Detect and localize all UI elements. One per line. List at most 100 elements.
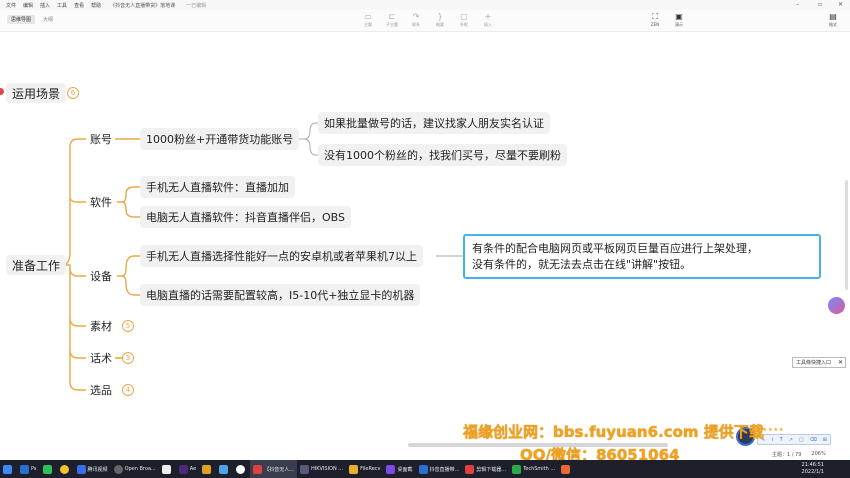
taskbar-app-chrome[interactable]: [57, 460, 74, 478]
view-tabs: 思维导图 大纲: [7, 15, 61, 24]
app-window: 文件 编辑 插入 工具 查看 帮助 《抖音无人直播带货》落地课 一已编辑 – ▫…: [0, 0, 850, 478]
watermark-line-1: 福缘创业网：bbs.fuyuan6.com 提供下载: [463, 423, 764, 441]
summary-icon: }: [437, 12, 443, 21]
start-button[interactable]: [0, 460, 17, 478]
fullscreen-icon: ⛶: [652, 12, 658, 21]
assistant-float-button[interactable]: [828, 297, 845, 314]
app-icon: [219, 464, 229, 474]
leaf-device-mobile[interactable]: 手机无人直播选择性能好一点的安卓机或者苹果机7以上: [140, 245, 423, 267]
taskbar-app-mindmap[interactable]: 【抖音无人...: [250, 460, 297, 478]
topic-tool[interactable]: ▭ 主题: [356, 12, 380, 28]
close-icon[interactable]: ✕: [838, 1, 843, 8]
collapsed-count-badge[interactable]: 5: [122, 320, 134, 332]
leaf-software-mobile[interactable]: 手机无人直播软件：直播加加: [140, 176, 295, 198]
relation-icon: ↷: [412, 12, 420, 21]
save-status: 一已编辑: [186, 2, 207, 9]
menu-edit[interactable]: 编辑: [23, 2, 33, 9]
floating-mini-toolbar[interactable]: ✎ ⌇ T ↗ ▢ ⌫ ⊞: [757, 434, 831, 445]
tab-mindmap[interactable]: 思维导图: [7, 15, 36, 24]
close-icon[interactable]: ✕: [838, 359, 843, 366]
subtopic-account[interactable]: 账号: [85, 130, 117, 148]
windows-icon: [3, 464, 12, 474]
callout-line-2: 没有条件的，就无法去点击在线"讲解"按钮。: [472, 258, 692, 271]
taskbar-app-ae[interactable]: Ae: [176, 460, 199, 478]
camtasia-icon: [512, 464, 522, 474]
taskbar-app-capcut[interactable]: [159, 460, 176, 478]
menu-insert[interactable]: 插入: [40, 2, 50, 9]
subtopic-software[interactable]: 软件: [85, 193, 117, 211]
format-icon: ▤: [829, 12, 837, 21]
taskbar-app-hikvision[interactable]: HIKVISION ...: [297, 460, 346, 478]
menu-help[interactable]: 帮助: [91, 2, 101, 9]
grid-icon[interactable]: ⊞: [823, 437, 827, 443]
boundary-icon: ▢: [460, 12, 468, 21]
brush-icon[interactable]: ⌇: [771, 437, 773, 443]
leaf-account-requirement[interactable]: 1000粉丝+开通带货功能账号: [140, 128, 300, 150]
taskbar-app-douyin[interactable]: 抖音直播带...: [416, 460, 463, 478]
taskbar-app-techsmith[interactable]: TechSmith ...: [509, 460, 558, 478]
capcut-icon: [161, 464, 171, 474]
leaf-account-tip-buy[interactable]: 没有1000个粉丝的，找我们买号，尽量不要刷粉: [318, 144, 567, 166]
shape-icon[interactable]: ▢: [799, 437, 804, 443]
system-clock[interactable]: 21:46:51 2022/1/1: [802, 462, 824, 476]
zoom-level[interactable]: 206%: [811, 451, 825, 458]
text-icon[interactable]: T: [780, 437, 783, 443]
topic-scenario[interactable]: 运用场景: [6, 83, 67, 103]
taskbar-app-obs[interactable]: Open Broa...: [111, 460, 159, 478]
menu-file[interactable]: 文件: [6, 2, 16, 9]
hikvision-icon: [299, 464, 309, 474]
taskbar-app-video[interactable]: 腾讯视频: [74, 460, 111, 478]
collapsed-count-badge[interactable]: 3: [122, 352, 134, 364]
tab-outline[interactable]: 大纲: [39, 15, 57, 24]
taskbar-app-desktop[interactable]: 桌面截: [383, 460, 415, 478]
subtopic-device[interactable]: 设备: [85, 267, 117, 285]
collapsed-count-badge[interactable]: 6: [67, 87, 79, 99]
callout-line-1: 有条件的配合电脑网页或平板网页巨量百应进行上架处理，: [472, 242, 758, 255]
relation-tool[interactable]: ↷ 联系: [404, 12, 428, 28]
topic-icon: ▭: [364, 12, 372, 21]
app-icon: [561, 464, 571, 474]
summary-tool[interactable]: } 概要: [428, 12, 452, 28]
maximize-icon[interactable]: ▫: [818, 1, 822, 8]
subtopic-material[interactable]: 素材: [85, 317, 117, 335]
video-icon: [76, 464, 86, 474]
taskbar-app-downloader[interactable]: 剪辑下载器...: [462, 460, 509, 478]
taskbar-app-misc1[interactable]: [199, 460, 216, 478]
mindmap-canvas[interactable]: 运用场景 6 准备工作 账号 软件 设备 素材 5 话术 3 选品 4 1000…: [0, 32, 850, 460]
leaf-device-pc[interactable]: 电脑直播的话需要配置较高，I5-10代+独立显卡的机器: [140, 284, 421, 306]
taskbar: Ps 腾讯视频 Open Broa... Ae 【抖音无人... HIKVISI…: [0, 460, 850, 478]
taskbar-app-wechat[interactable]: [40, 460, 57, 478]
note-callout[interactable]: 有条件的配合电脑网页或平板网页巨量百应进行上架处理， 没有条件的，就无法去点击在…: [463, 234, 821, 279]
subtopic-products[interactable]: 选品: [85, 381, 117, 399]
quick-entry-box[interactable]: 工具條快捷入口 ✕: [792, 357, 846, 368]
taskbar-app-filerecv[interactable]: FileRecv: [346, 460, 383, 478]
subtopic-script[interactable]: 话术: [85, 349, 117, 367]
mindmap-app-icon: [253, 464, 263, 474]
insert-tool[interactable]: + 插入: [476, 12, 500, 28]
taskbar-app-misc3[interactable]: [233, 460, 250, 478]
present-tool[interactable]: ▣ 演示: [667, 12, 691, 28]
menu-view[interactable]: 查看: [74, 2, 84, 9]
chrome-icon: [59, 464, 69, 474]
boundary-tool[interactable]: ▢ 外框: [452, 12, 476, 28]
menu-tools[interactable]: 工具: [57, 2, 67, 9]
obs-icon: [113, 464, 123, 474]
leaf-account-tip-batch[interactable]: 如果批量做号的话，建议找家人朋友实名认证: [318, 112, 550, 134]
collapsed-count-badge[interactable]: 4: [122, 384, 134, 396]
zen-tool[interactable]: ⛶ ZEN: [643, 12, 667, 27]
format-tool[interactable]: ▤ 格式: [821, 12, 845, 28]
clock-date: 2022/1/1: [801, 469, 824, 475]
taskbar-app-misc4[interactable]: [558, 460, 575, 478]
vertical-scrollbar[interactable]: [845, 180, 848, 290]
subtopic-icon: ⊏: [388, 12, 396, 21]
topic-preparation[interactable]: 准备工作: [6, 255, 67, 275]
status-bar: 主题：1 / 79 206%: [772, 451, 836, 458]
minimize-icon[interactable]: –: [796, 1, 799, 8]
taskbar-app-misc2[interactable]: [216, 460, 233, 478]
browser-icon: [418, 464, 428, 474]
leaf-software-pc[interactable]: 电脑无人直播软件：抖音直播伴侣，OBS: [140, 206, 351, 228]
arrow-icon[interactable]: ↗: [789, 437, 793, 443]
taskbar-app-photoshop[interactable]: Ps: [17, 460, 40, 478]
eraser-icon[interactable]: ⌫: [810, 437, 817, 443]
subtopic-tool[interactable]: ⊏ 子主题: [380, 12, 404, 28]
